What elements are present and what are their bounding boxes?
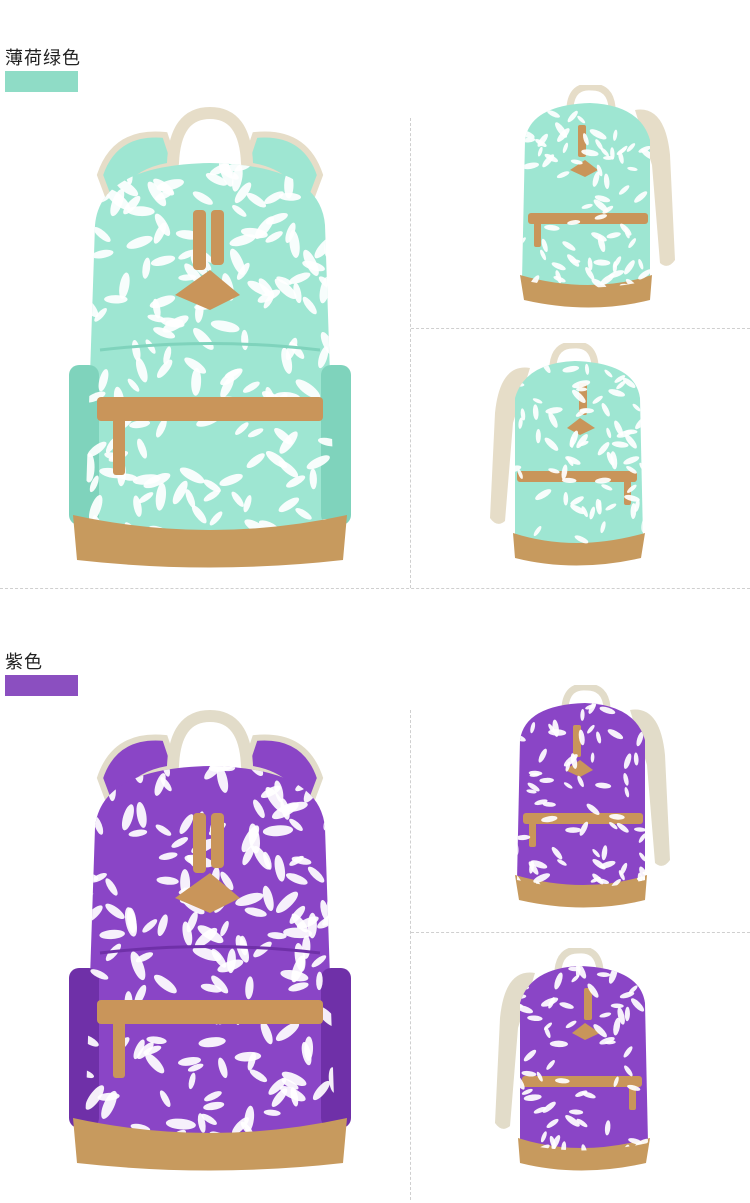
- color-section-mint: 薄荷绿色: [0, 0, 750, 590]
- color-swatch: [5, 675, 78, 696]
- backpack-side-image: [480, 948, 670, 1188]
- color-section-purple: 紫色: [0, 590, 750, 1203]
- divider-vertical: [410, 710, 411, 1200]
- divider-horizontal: [411, 932, 750, 933]
- color-label: 薄荷绿色: [5, 48, 81, 69]
- color-swatch: [5, 71, 78, 92]
- divider-horizontal: [411, 328, 750, 329]
- color-label: 紫色: [5, 652, 43, 673]
- backpack-side-image: [500, 85, 680, 320]
- backpack-side-image: [495, 685, 675, 925]
- backpack-front-image: [55, 105, 365, 575]
- divider-horizontal: [0, 588, 750, 589]
- backpack-side-image: [485, 343, 665, 583]
- backpack-front-image: [55, 708, 365, 1178]
- divider-vertical: [410, 118, 411, 588]
